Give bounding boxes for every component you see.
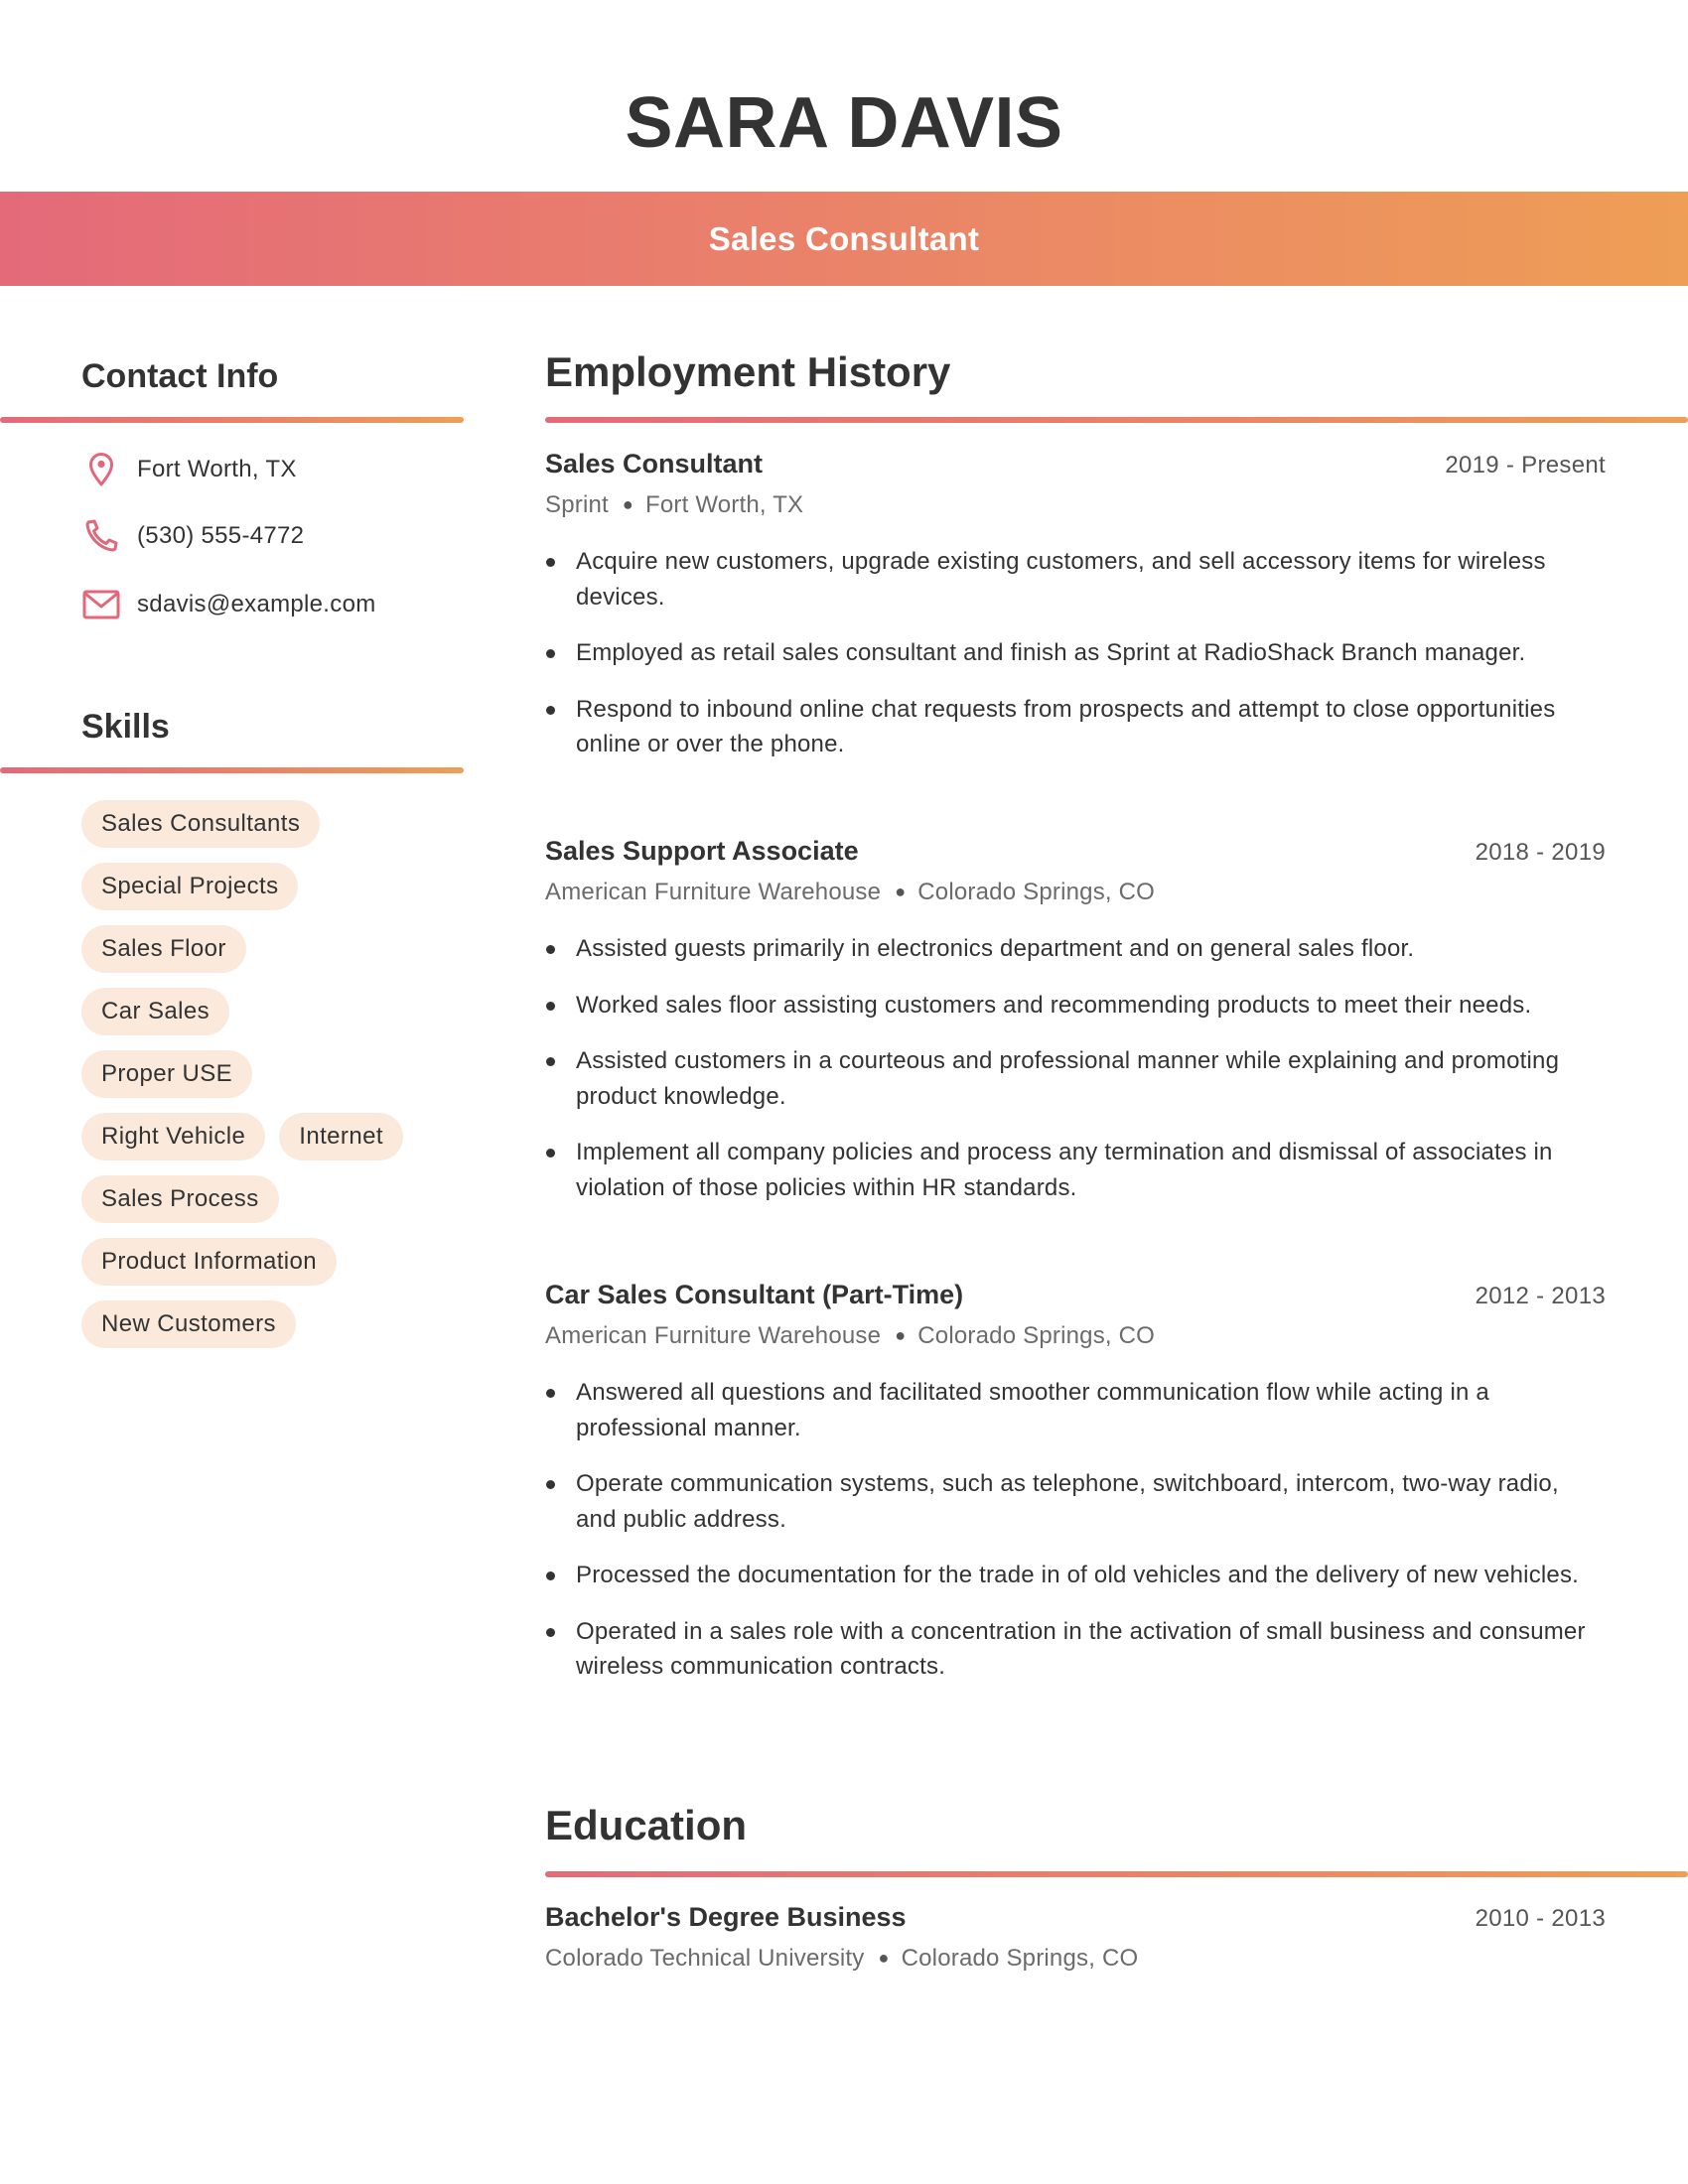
job-employer-line: American Furniture Warehouse ● Colorado Sp…: [545, 1317, 1606, 1353]
skills-heading: Skills: [81, 708, 170, 746]
bullet-text: Implement all company policies and proce…: [576, 1139, 1553, 1201]
map-pin-icon: [81, 450, 121, 489]
job-title: Car Sales Consultant (Part-Time): [545, 1280, 964, 1309]
job-employer-line: American Furniture Warehouse ● Colorado Sp…: [545, 874, 1606, 909]
bullet-dot: [546, 1149, 555, 1158]
job-bullets: Assisted guests primarily in electronics…: [545, 931, 1606, 1205]
skill-chip: Special Projects: [81, 863, 299, 910]
bullet-dot: [546, 558, 555, 567]
contact-email[interactable]: sdavis@example.com: [81, 585, 376, 624]
contact-location-text: Fort Worth, TX: [137, 456, 297, 482]
job-entry: Sales Support Associate 2018 - 2019 Amer…: [545, 836, 1606, 1226]
bullet-dot: [546, 1389, 555, 1398]
skill-chip: Sales Floor: [81, 925, 246, 973]
education-dates: 2010 - 2013: [1475, 1905, 1606, 1932]
job-entry: Sales Consultant 2019 - Present Sprint ● F…: [545, 449, 1606, 783]
bullet-dot: [546, 1057, 555, 1066]
job-location: Fort Worth, TX: [644, 491, 804, 518]
mail-icon: [81, 585, 121, 624]
contact-info-heading: Contact Info: [81, 357, 279, 395]
job-entry: Car Sales Consultant (Part-Time) 2012 - …: [545, 1280, 1606, 1706]
job-bullet: Implement all company policies and proce…: [545, 1135, 1606, 1205]
job-bullet: Respond to inbound online chat requests …: [545, 692, 1606, 762]
bullet-text: Employed as retail sales consultant and …: [576, 639, 1526, 666]
separator-dot: ●: [878, 1948, 890, 1968]
skill-chip: Car Sales: [81, 988, 229, 1035]
job-bullets: Answered all questions and facilitated s…: [545, 1375, 1606, 1685]
job-location: Colorado Springs, CO: [917, 879, 1156, 905]
bullet-text: Assisted customers in a courteous and pr…: [576, 1047, 1560, 1110]
bullet-dot: [546, 705, 555, 715]
bullet-text: Answered all questions and facilitated s…: [576, 1379, 1489, 1441]
bullet-dot: [546, 649, 555, 658]
skills-list: Sales Consultants Special Projects Sales…: [81, 800, 479, 1348]
separator-dot: ●: [895, 1325, 907, 1345]
bullet-dot: [546, 1480, 555, 1489]
job-bullet: Assisted customers in a courteous and pr…: [545, 1043, 1606, 1114]
education-heading: Education: [545, 1802, 748, 1848]
bullet-dot: [546, 1627, 555, 1637]
job-bullet: Operate communication systems, such as t…: [545, 1466, 1606, 1537]
job-company: American Furniture Warehouse: [545, 879, 882, 905]
employment-divider: [545, 417, 1688, 423]
bullet-text: Respond to inbound online chat requests …: [576, 695, 1556, 758]
education-school-line: Colorado Technical University ● Colorado S…: [545, 1940, 1606, 1976]
job-company: American Furniture Warehouse: [545, 1322, 882, 1349]
skill-chip: Proper USE: [81, 1050, 253, 1098]
job-title: Sales Support Associate: [545, 836, 859, 866]
bullet-dot: [546, 1001, 555, 1011]
skill-chip: Sales Consultants: [81, 800, 321, 848]
job-dates: 2012 - 2013: [1475, 1283, 1606, 1309]
job-dates: 2018 - 2019: [1475, 839, 1606, 866]
bullet-text: Processed the documentation for the trad…: [576, 1562, 1580, 1588]
job-bullet: Worked sales floor assisting customers a…: [545, 988, 1606, 1024]
job-title: Sales Consultant: [708, 219, 980, 257]
job-employer-line: Sprint ● Fort Worth, TX: [545, 486, 1606, 522]
bullet-text: Acquire new customers, upgrade existing …: [576, 548, 1546, 611]
education-divider: [545, 1871, 1688, 1877]
skill-chip: Internet: [279, 1113, 403, 1160]
job-bullet: Assisted guests primarily in electronics…: [545, 931, 1606, 967]
bullet-text: Worked sales floor assisting customers a…: [576, 991, 1532, 1019]
title-banner: Sales Consultant: [0, 192, 1688, 286]
job-bullets: Acquire new customers, upgrade existing …: [545, 544, 1606, 762]
contact-info-divider: [0, 417, 464, 423]
bullet-dot: [546, 1571, 555, 1580]
school-location: Colorado Springs, CO: [901, 1945, 1139, 1972]
bullet-dot: [546, 945, 555, 954]
bullet-text: Operated in a sales role with a concentr…: [576, 1617, 1586, 1681]
contact-location: Fort Worth, TX: [81, 450, 297, 489]
skills-divider: [0, 767, 464, 773]
skill-chip: New Customers: [81, 1300, 296, 1348]
job-company: Sprint: [545, 491, 609, 518]
degree-title: Bachelor's Degree Business: [545, 1902, 907, 1932]
contact-email-text[interactable]: sdavis@example.com: [137, 591, 376, 618]
job-bullet: Answered all questions and facilitated s…: [545, 1375, 1606, 1445]
education-entry: Bachelor's Degree Business 2010 - 2013 C…: [545, 1902, 1606, 1976]
job-dates: 2019 - Present: [1445, 452, 1606, 478]
separator-dot: ●: [622, 494, 633, 514]
contact-phone-text[interactable]: (530) 555-4772: [137, 522, 304, 550]
bullet-text: Assisted guests primarily in electronics…: [576, 935, 1415, 962]
job-location: Colorado Springs, CO: [917, 1322, 1156, 1349]
skill-chip: Sales Process: [81, 1175, 279, 1223]
phone-icon: [81, 516, 121, 556]
bullet-text: Operate communication systems, such as t…: [576, 1470, 1559, 1533]
job-bullet: Operated in a sales role with a concentr…: [545, 1614, 1606, 1685]
job-bullet: Employed as retail sales consultant and …: [545, 635, 1606, 671]
job-bullet: Processed the documentation for the trad…: [545, 1558, 1606, 1593]
school-name: Colorado Technical University: [545, 1945, 865, 1972]
contact-phone[interactable]: (530) 555-4772: [81, 516, 304, 556]
job-title: Sales Consultant: [545, 449, 764, 478]
job-bullet: Acquire new customers, upgrade existing …: [545, 544, 1606, 614]
separator-dot: ●: [895, 882, 907, 901]
skill-chip: Right Vehicle: [81, 1113, 266, 1160]
employment-heading: Employment History: [545, 348, 951, 395]
skill-chip: Product Information: [81, 1238, 338, 1286]
candidate-name: SARA DAVIS: [625, 83, 1063, 163]
